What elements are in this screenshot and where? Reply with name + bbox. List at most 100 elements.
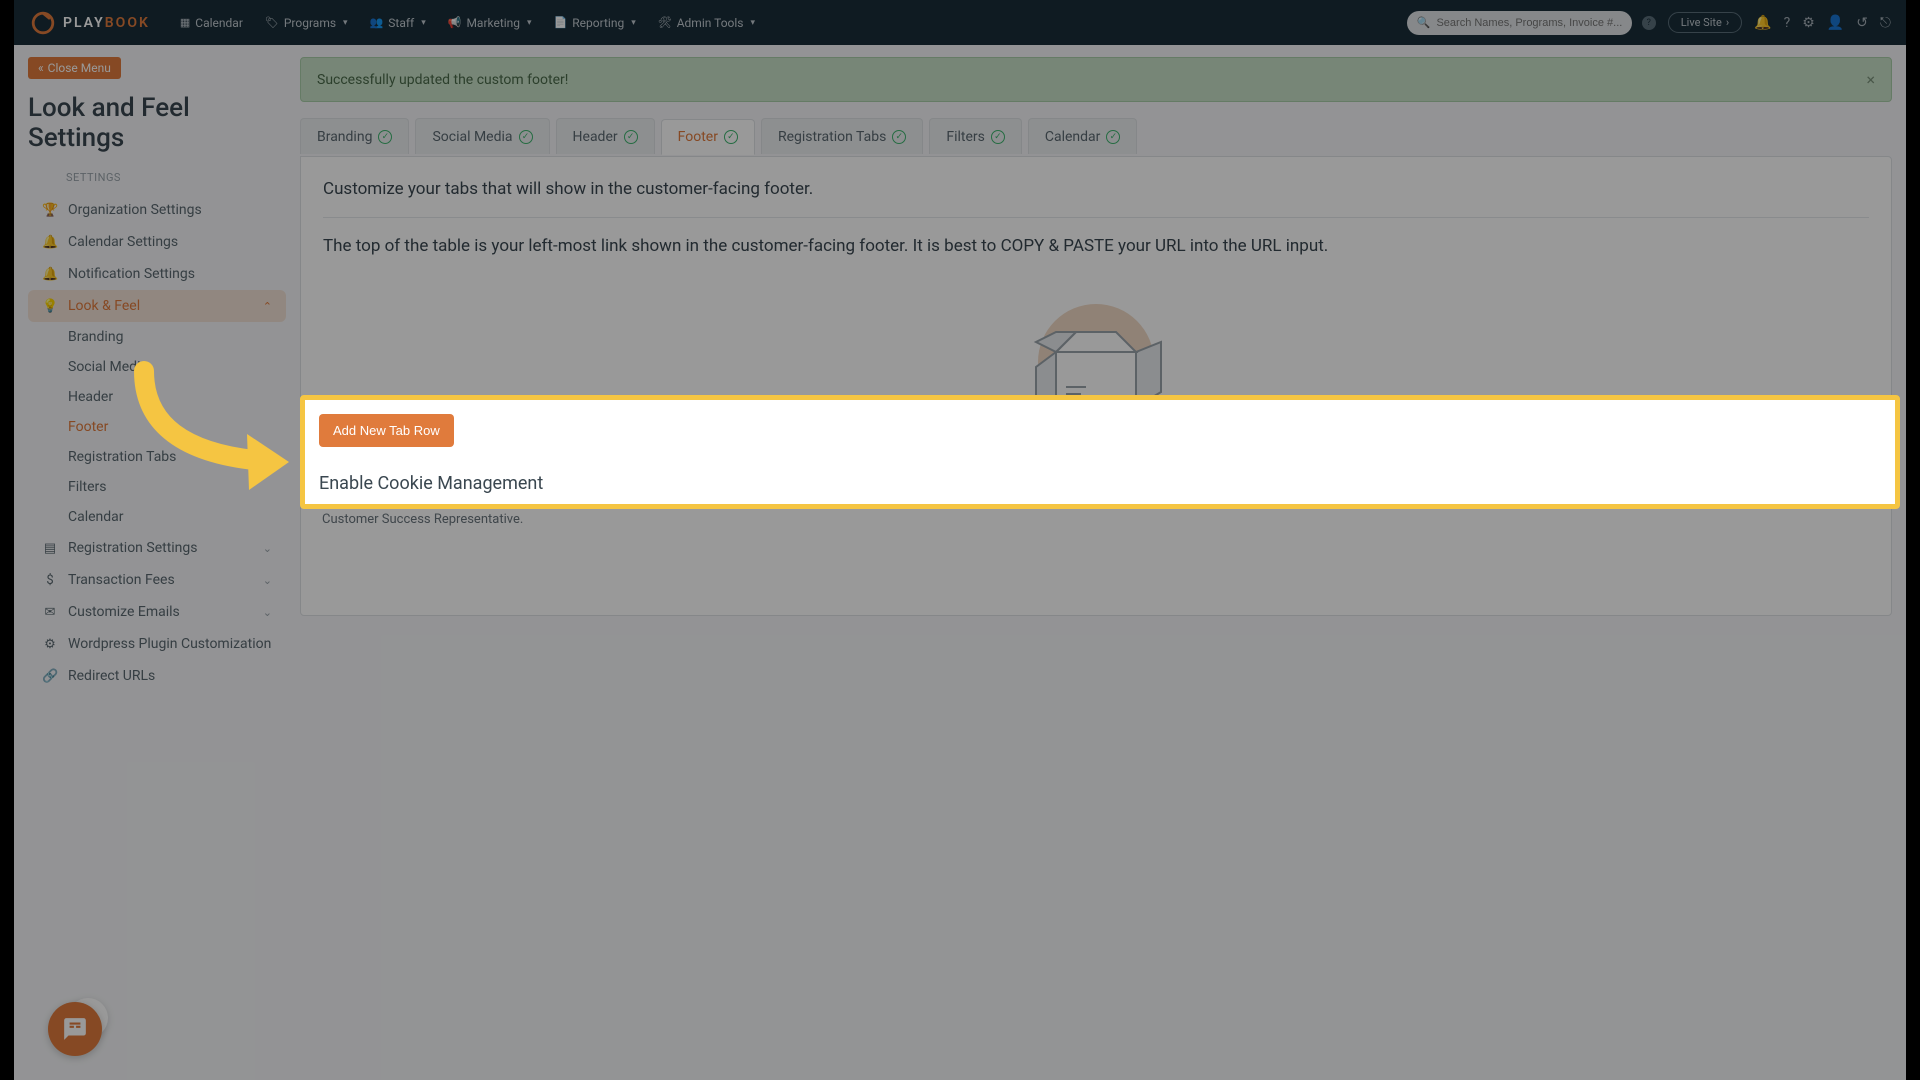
sidebar-sub-footer[interactable]: Footer: [68, 412, 286, 442]
close-menu-label: Close Menu: [48, 61, 111, 75]
sidebar-item-label: Calendar Settings: [68, 234, 178, 250]
sidebar-item-notification[interactable]: 🔔Notification Settings: [28, 258, 286, 290]
tab-branding[interactable]: Branding✓: [300, 118, 409, 154]
tools-icon: 🛠: [658, 16, 672, 29]
highlight-wrap: Add New Tab Row Enable Cookie Management: [300, 395, 1900, 509]
tab-label: Social Media: [432, 129, 512, 145]
chevron-up-icon: ⌃: [263, 300, 272, 313]
logo[interactable]: PLAYBOOK: [29, 9, 150, 37]
live-site-button[interactable]: Live Site›: [1668, 12, 1742, 33]
sidebar-item-label: Notification Settings: [68, 266, 195, 282]
nav-programs-label: Programs: [284, 16, 336, 30]
sidebar-item-label: Look & Feel: [68, 298, 140, 314]
link-icon: 🔗: [42, 669, 58, 684]
section-label: SETTINGS: [28, 171, 286, 184]
tab-header[interactable]: Header ✓: [556, 118, 655, 154]
search-box[interactable]: 🔍: [1407, 11, 1632, 35]
sidebar-item-label: Organization Settings: [68, 202, 202, 218]
tab-calendar[interactable]: Calendar✓: [1028, 118, 1138, 154]
divider: [323, 217, 1869, 218]
gear-icon[interactable]: ⚙: [1802, 15, 1815, 31]
trophy-icon: 🏆: [42, 203, 58, 218]
user-plus-icon[interactable]: 👤: [1827, 15, 1844, 31]
chevron-down-icon: ▾: [343, 18, 348, 28]
chevron-down-icon: ▾: [421, 18, 426, 28]
tab-registration-tabs[interactable]: Registration Tabs ✓: [761, 118, 923, 154]
add-new-tab-row-button[interactable]: Add New Tab Row: [319, 414, 454, 447]
sidebar-item-organization[interactable]: 🏆 Organization Settings: [28, 194, 286, 226]
gear-icon: ⚙: [42, 637, 58, 652]
chevron-down-icon: ▾: [751, 18, 756, 28]
panel-hint: The top of the table is your left-most l…: [323, 236, 1869, 256]
chevron-down-icon: ⌄: [263, 574, 272, 587]
content: Successfully updated the custom footer! …: [300, 45, 1906, 1080]
clipboard-icon: ▤: [42, 541, 58, 556]
live-site-label: Live Site: [1681, 16, 1722, 29]
nav-programs[interactable]: 🏷 Programs ▾: [255, 10, 358, 36]
sidebar-item-look-feel[interactable]: 💡 Look & Feel ⌃: [28, 290, 286, 322]
close-icon[interactable]: ×: [1866, 70, 1875, 89]
chevron-left-icon: «: [38, 61, 44, 75]
sidebar-item-calendar[interactable]: 🔔 Calendar Settings: [28, 226, 286, 258]
search-input[interactable]: [1436, 17, 1621, 29]
check-icon: ✓: [1106, 130, 1120, 144]
chat-icon: [62, 1016, 88, 1042]
nav-reporting[interactable]: 📄Reporting▾: [544, 10, 646, 36]
sidebar-item-transaction[interactable]: $Transaction Fees⌄: [28, 564, 286, 596]
chevron-down-icon: ▾: [631, 18, 636, 28]
page-title: Look and Feel Settings: [28, 93, 286, 153]
tab-footer[interactable]: Footer✓: [661, 119, 755, 155]
tab-label: Registration Tabs: [778, 129, 886, 145]
chevron-down-icon: ▾: [527, 18, 532, 28]
sidebar-sub-registration-tabs[interactable]: Registration Tabs: [68, 442, 286, 472]
sidebar-item-label: Transaction Fees: [68, 572, 175, 588]
tab-social-media[interactable]: Social Media✓: [415, 118, 549, 154]
topnav: PLAYBOOK ▦Calendar 🏷Programs▾ 👥Staff▾ 📢M…: [14, 0, 1906, 45]
sidebar-item-redirect[interactable]: 🔗 Redirect URLs: [28, 660, 286, 692]
tag-icon: 🏷: [265, 16, 279, 29]
nav-staff-label: Staff: [388, 16, 414, 30]
nav-marketing[interactable]: 📢Marketing▾: [438, 10, 542, 36]
check-icon: ✓: [624, 130, 638, 144]
bell-icon[interactable]: 🔔: [1754, 15, 1771, 31]
tab-filters[interactable]: Filters✓: [929, 118, 1022, 154]
bell-icon: 🔔: [42, 235, 58, 250]
cookie-title: Enable Cookie Management: [319, 473, 1881, 494]
sidebar-sub-filters[interactable]: Filters: [68, 472, 286, 502]
check-icon: ✓: [991, 130, 1005, 144]
sidebar-item-label: Registration Settings: [68, 540, 198, 556]
alert-text: Successfully updated the custom footer!: [317, 72, 568, 88]
tab-label: Footer: [678, 129, 718, 145]
chat-button[interactable]: [48, 1002, 102, 1056]
logout-icon[interactable]: ⎋: [1880, 15, 1891, 31]
tabs: Branding✓ Social Media✓ Header✓ Footer✓ …: [300, 118, 1892, 154]
sidebar-item-wordpress[interactable]: ⚙Wordpress Plugin Customization: [28, 628, 286, 660]
logo-icon: [29, 9, 57, 37]
check-icon: ✓: [892, 130, 906, 144]
sidebar-sub-calendar[interactable]: Calendar: [68, 502, 286, 532]
sidebar-sub-header[interactable]: Header: [68, 382, 286, 412]
alert-success: Successfully updated the custom footer! …: [300, 57, 1892, 102]
nav-calendar[interactable]: ▦Calendar: [170, 10, 253, 36]
chevron-down-icon: ⌄: [263, 606, 272, 619]
check-icon: ✓: [378, 130, 392, 144]
bullhorn-icon: 📢: [448, 16, 462, 29]
sidebar-sub-branding[interactable]: Branding: [68, 322, 286, 352]
lightbulb-icon: 💡: [42, 299, 58, 314]
close-menu-button[interactable]: « Close Menu: [28, 57, 121, 79]
help-icon[interactable]: ?: [1784, 15, 1791, 31]
sidebar: « Close Menu Look and Feel Settings SETT…: [14, 45, 300, 1080]
sidebar-item-label: Redirect URLs: [68, 668, 155, 684]
history-icon[interactable]: ↺: [1856, 15, 1868, 31]
sidebar-item-customize-emails[interactable]: ✉Customize Emails⌄: [28, 596, 286, 628]
sidebar-item-registration-settings[interactable]: ▤Registration Settings⌄: [28, 532, 286, 564]
nav-calendar-label: Calendar: [195, 16, 243, 30]
sidebar-sub-social[interactable]: Social Media: [68, 352, 286, 382]
panel: Customize your tabs that will show in th…: [300, 156, 1892, 616]
nav-admin-tools[interactable]: 🛠Admin Tools▾: [648, 10, 765, 36]
logo-text: PLAYBOOK: [63, 15, 150, 31]
nav-staff[interactable]: 👥Staff▾: [360, 10, 436, 36]
tab-label: Header: [573, 129, 618, 145]
help-badge-icon[interactable]: ?: [1642, 16, 1656, 30]
search-icon: 🔍: [1417, 16, 1431, 29]
